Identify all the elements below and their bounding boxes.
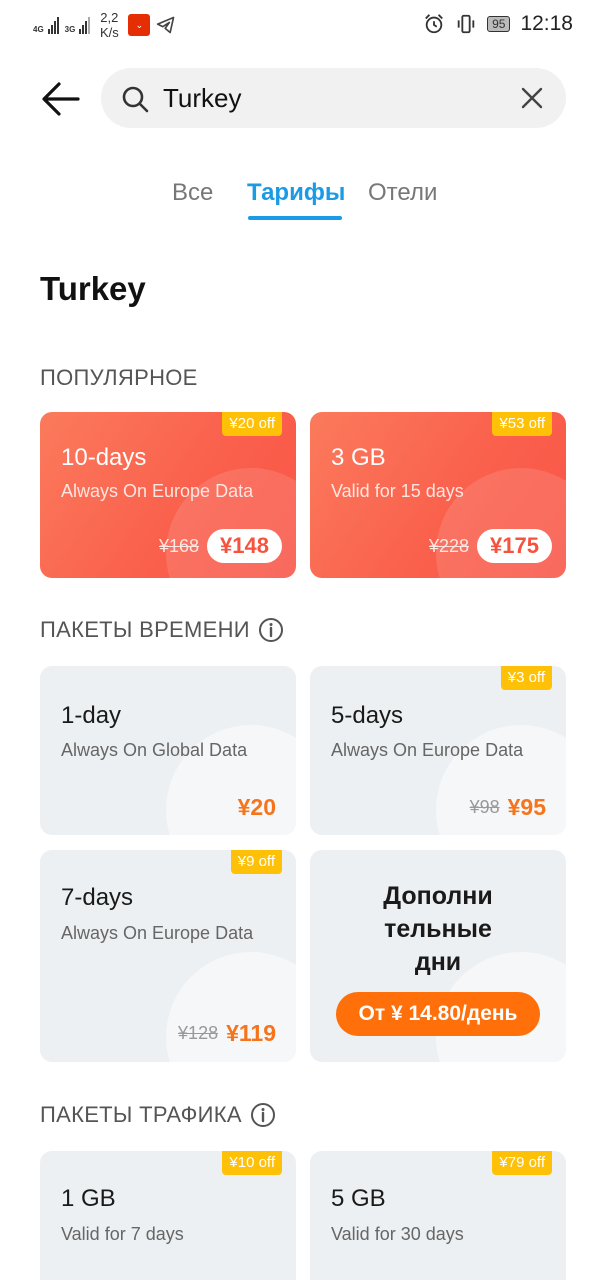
extra-days-card[interactable]: Дополни тельные дни От ¥ 14.80/день: [310, 850, 566, 1062]
search-icon: [122, 86, 149, 113]
price-pill: ¥148: [207, 529, 282, 563]
plan-subtitle: Always On Europe Data: [331, 740, 524, 760]
back-arrow-icon[interactable]: [40, 78, 82, 120]
discount-badge: ¥79 off: [492, 1151, 552, 1175]
plan-subtitle: Valid for 15 days: [331, 481, 464, 501]
discount-badge: ¥20 off: [222, 412, 282, 436]
network-speed: 2,2 K/s: [99, 10, 119, 40]
vibrate-icon: [457, 14, 475, 34]
signal-4g-icon: 4G: [33, 16, 59, 34]
old-price: ¥98: [469, 797, 500, 817]
discount-badge: ¥9 off: [230, 850, 282, 874]
info-icon[interactable]: [250, 1102, 276, 1128]
tab-all[interactable]: Все: [172, 176, 213, 210]
traffic-card-5-gb[interactable]: ¥79 off 5 GB Valid for 30 days: [310, 1151, 566, 1280]
clock: 12:18: [520, 12, 573, 35]
plan-subtitle: Always On Global Data: [61, 740, 248, 760]
traffic-card-1-gb[interactable]: ¥10 off 1 GB Valid for 7 days: [40, 1151, 296, 1280]
plan-title: 5 GB: [331, 1185, 386, 1212]
plan-title: 1-day: [61, 702, 122, 729]
extra-days-price-button[interactable]: От ¥ 14.80/день: [336, 992, 540, 1036]
alarm-icon: [425, 14, 443, 34]
popular-card-3-gb[interactable]: ¥53 off 3 GB Valid for 15 days ¥228 ¥175: [310, 412, 566, 578]
time-card-5-days[interactable]: ¥3 off 5-days Always On Europe Data ¥98 …: [310, 666, 566, 835]
price: ¥95: [507, 794, 546, 820]
plan-title: 7-days: [61, 884, 134, 911]
plan-subtitle: Valid for 30 days: [331, 1224, 464, 1244]
aliexpress-app-icon: ⌄: [128, 14, 151, 36]
plan-title: 1 GB: [61, 1185, 116, 1212]
discount-badge: ¥3 off: [500, 666, 552, 690]
info-icon[interactable]: [258, 617, 284, 643]
search-input[interactable]: Turkey: [163, 82, 242, 114]
tab-hotels[interactable]: Отели: [368, 176, 437, 210]
plan-subtitle: Always On Europe Data: [61, 923, 254, 943]
clear-search-icon[interactable]: [520, 86, 544, 110]
old-price: ¥228: [429, 535, 470, 556]
plan-subtitle: Always On Europe Data: [61, 481, 254, 501]
price: ¥119: [226, 1020, 276, 1046]
battery-indicator: 95: [487, 16, 511, 32]
signal-3g-icon: 3G: [65, 16, 91, 34]
time-card-7-days[interactable]: ¥9 off 7-days Always On Europe Data ¥128…: [40, 850, 296, 1062]
section-time-packages-heading: ПАКЕТЫ ВРЕМЕНИ: [40, 617, 284, 643]
tab-tariffs[interactable]: Тарифы: [247, 176, 345, 210]
plan-title: 10-days: [61, 444, 147, 471]
plan-title: 5-days: [331, 702, 404, 729]
time-card-1-day[interactable]: 1-day Always On Global Data ¥20: [40, 666, 296, 835]
discount-badge: ¥53 off: [492, 412, 552, 436]
plan-subtitle: Valid for 7 days: [61, 1224, 184, 1244]
discount-badge: ¥10 off: [222, 1151, 282, 1175]
old-price: ¥168: [159, 535, 200, 556]
price-pill: ¥175: [477, 529, 552, 563]
price: ¥20: [237, 794, 276, 820]
old-price: ¥128: [178, 1023, 219, 1043]
active-tab-indicator: [248, 216, 342, 220]
telegram-icon: [157, 16, 175, 34]
category-tabs: Все Тарифы Отели: [0, 176, 606, 226]
page-title: Turkey: [40, 270, 146, 307]
popular-card-10-days[interactable]: ¥20 off 10-days Always On Europe Data ¥1…: [40, 412, 296, 578]
section-popular-heading: ПОПУЛЯРНОЕ: [40, 365, 198, 390]
search-bar[interactable]: Turkey: [101, 68, 566, 128]
plan-title: 3 GB: [331, 444, 386, 471]
extra-days-title: Дополни тельные дни: [383, 882, 493, 976]
section-traffic-packages-heading: ПАКЕТЫ ТРАФИКА: [40, 1102, 276, 1128]
status-bar: 4G 3G 2,2 K/s ⌄ 95 12:18: [0, 0, 606, 52]
